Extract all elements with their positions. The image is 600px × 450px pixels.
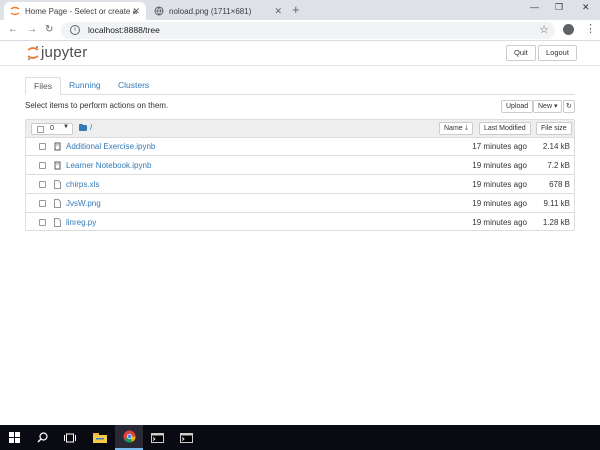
refresh-icon: ↻	[566, 103, 572, 110]
refresh-button[interactable]: ↻	[563, 100, 575, 113]
close-window-icon[interactable]: ✕	[582, 2, 590, 13]
arrow-down-icon: 🡓	[464, 125, 469, 132]
task-view-button[interactable]	[56, 425, 84, 450]
browser-toolbar: ← → ↻ i localhost:8888/tree ☆ ⋮	[0, 20, 600, 41]
menu-kebab-icon[interactable]: ⋮	[585, 23, 596, 35]
reload-icon[interactable]: ↻	[45, 24, 53, 36]
back-icon[interactable]: ←	[8, 24, 18, 36]
search-button[interactable]	[28, 425, 56, 450]
new-dropdown-button[interactable]: New ▾	[533, 100, 563, 113]
jupyter-logo-icon	[27, 45, 39, 60]
url-text: localhost:8888/tree	[88, 25, 160, 35]
tab-clusters[interactable]: Clusters	[110, 77, 157, 95]
file-icon	[54, 199, 61, 208]
logout-button[interactable]: Logout	[538, 45, 577, 61]
jupyter-logo-text: jupyter	[41, 44, 88, 61]
folder-icon	[79, 123, 87, 131]
file-icon	[54, 180, 61, 189]
file-size: 7.2 kB	[547, 161, 570, 170]
new-tab-icon[interactable]: +	[292, 3, 300, 17]
chrome-taskbar-button[interactable]	[115, 425, 143, 450]
taskbar	[0, 425, 600, 450]
file-size: 678 B	[549, 180, 570, 189]
file-modified: 19 minutes ago	[472, 218, 527, 227]
sort-name-button[interactable]: Name 🡓	[439, 122, 474, 135]
new-label: New	[538, 103, 553, 110]
bookmark-star-icon[interactable]: ☆	[539, 23, 549, 36]
row-checkbox[interactable]	[39, 219, 46, 226]
close-tab-icon[interactable]: ✕	[132, 6, 140, 17]
caret-down-icon: ▾	[553, 103, 558, 110]
file-name-link[interactable]: Learner Notebook.ipynb	[66, 161, 151, 170]
address-bar[interactable]: i localhost:8888/tree ☆	[61, 22, 555, 39]
select-all-checkbox[interactable]	[37, 126, 44, 133]
notebook-icon	[54, 161, 61, 170]
table-row[interactable]: JvsW.png 19 minutes ago 9.11 kB	[26, 195, 574, 213]
row-checkbox[interactable]	[39, 143, 46, 150]
restore-icon[interactable]: ❐	[555, 2, 563, 13]
file-explorer-button[interactable]	[86, 425, 114, 450]
name-column-label: Name	[444, 125, 463, 132]
breadcrumb-path: /	[90, 123, 93, 132]
file-name-link[interactable]: JvsW.png	[66, 199, 101, 208]
sort-modified-button[interactable]: Last Modified	[479, 122, 531, 135]
file-size: 9.11 kB	[543, 199, 570, 208]
file-size: 2.14 kB	[542, 142, 570, 151]
file-icon	[54, 218, 61, 227]
terminal-button[interactable]	[172, 425, 200, 450]
caret-down-icon: ▼	[63, 124, 69, 130]
file-list-header: 0 ▼ / Name 🡓 Last Modified File size	[26, 120, 574, 138]
table-row[interactable]: Learner Notebook.ipynb 19 minutes ago 7.…	[26, 157, 574, 175]
file-name-link[interactable]: Additional Exercise.ipynb	[66, 142, 155, 151]
start-button[interactable]	[0, 425, 28, 450]
close-tab-icon[interactable]: ✕	[274, 6, 282, 17]
table-row[interactable]: linreg.py 19 minutes ago 1.28 kB	[26, 214, 574, 232]
forward-icon[interactable]: →	[27, 24, 37, 36]
browser-tab-home[interactable]: Home Page - Select or create a n ✕	[4, 2, 146, 20]
windows-logo-icon	[8, 432, 20, 443]
upload-button[interactable]: Upload	[501, 100, 534, 113]
file-size: 1.28 kB	[542, 218, 570, 227]
terminal-icon	[150, 432, 164, 443]
jupyter-header: jupyter Quit Logout	[0, 41, 600, 66]
row-checkbox[interactable]	[39, 181, 46, 188]
table-row[interactable]: chirps.xls 19 minutes ago 678 B	[26, 176, 574, 194]
file-name-link[interactable]: chirps.xls	[66, 180, 99, 189]
jupyter-favicon-icon	[10, 6, 20, 16]
profile-avatar-icon[interactable]	[563, 24, 574, 35]
globe-icon	[154, 6, 164, 16]
tab-running[interactable]: Running	[61, 77, 109, 95]
file-list: 0 ▼ / Name 🡓 Last Modified File size Add…	[25, 119, 575, 231]
row-checkbox[interactable]	[39, 200, 46, 207]
minimize-icon[interactable]: —	[530, 2, 539, 12]
sort-size-button[interactable]: File size	[536, 122, 572, 135]
file-modified: 19 minutes ago	[472, 199, 527, 208]
browser-tab-image[interactable]: noload.png (1711×681) ✕	[148, 2, 288, 20]
task-view-icon	[64, 433, 76, 442]
breadcrumb[interactable]: /	[79, 123, 92, 132]
search-icon	[37, 432, 48, 443]
browser-tab-strip: Home Page - Select or create a n ✕ noloa…	[0, 0, 600, 20]
tab-files[interactable]: Files	[25, 77, 61, 95]
file-name-link[interactable]: linreg.py	[66, 218, 96, 227]
notebook-icon	[54, 142, 61, 151]
row-checkbox[interactable]	[39, 162, 46, 169]
info-icon[interactable]: i	[70, 25, 80, 35]
quit-button[interactable]: Quit	[506, 45, 536, 61]
file-modified: 19 minutes ago	[472, 161, 527, 170]
actions-hint: Select items to perform actions on them.	[25, 101, 169, 110]
selected-count: 0	[50, 125, 54, 132]
terminal-icon	[179, 432, 193, 443]
chrome-icon	[123, 430, 135, 443]
select-all-dropdown[interactable]: 0 ▼	[31, 123, 73, 135]
file-modified: 17 minutes ago	[472, 142, 527, 151]
browser-tab-label: Home Page - Select or create a n	[25, 6, 137, 16]
file-explorer-icon	[93, 433, 107, 443]
terminal-button[interactable]	[143, 425, 171, 450]
table-row[interactable]: Additional Exercise.ipynb 17 minutes ago…	[26, 138, 574, 156]
browser-tab-label: noload.png (1711×681)	[169, 6, 252, 16]
file-modified: 19 minutes ago	[472, 180, 527, 189]
jupyter-logo[interactable]: jupyter	[27, 44, 87, 61]
jupyter-tab-bar: Files Running Clusters	[25, 77, 575, 95]
